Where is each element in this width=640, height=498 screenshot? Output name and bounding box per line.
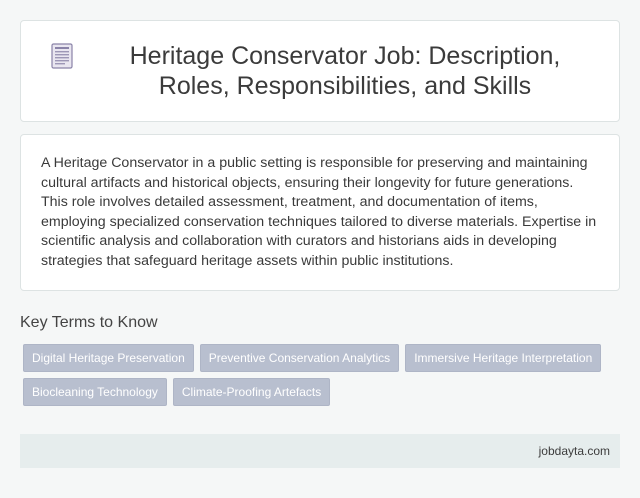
description-card: A Heritage Conservator in a public setti… (20, 134, 620, 291)
title-wrap: Heritage Conservator Job: Description, R… (51, 41, 589, 101)
page-title: Heritage Conservator Job: Description, R… (129, 42, 561, 100)
footer: jobdayta.com (20, 434, 620, 468)
key-terms-heading: Key Terms to Know (20, 314, 158, 331)
document-icon (51, 43, 73, 69)
title-card: Heritage Conservator Job: Description, R… (20, 20, 620, 122)
footer-site-name: jobdayta.com (538, 444, 610, 458)
key-term-chip: Biocleaning Technology (23, 378, 167, 406)
key-term-chip: Immersive Heritage Interpretation (405, 344, 602, 372)
key-term-chip: Preventive Conservation Analytics (199, 344, 400, 372)
key-term-chip: Digital Heritage Preservation (23, 344, 194, 372)
description-text: A Heritage Conservator in a public setti… (41, 155, 597, 269)
key-terms-list: Digital Heritage Preservation Preventive… (23, 344, 603, 406)
key-term-chip: Climate-Proofing Artefacts (172, 378, 331, 406)
